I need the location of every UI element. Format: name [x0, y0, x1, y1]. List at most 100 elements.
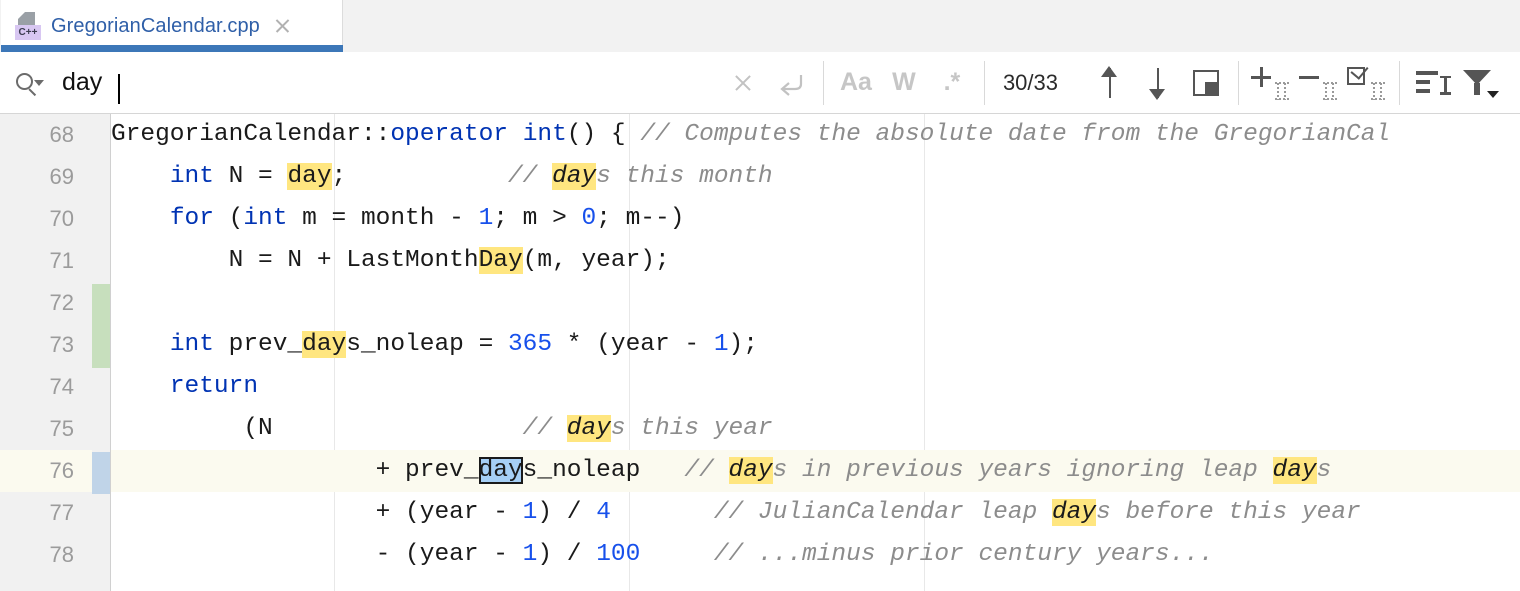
comment-token: // ...minus prior century years...	[714, 541, 1214, 568]
open-in-window-icon	[1193, 70, 1219, 96]
number-token: 1	[714, 331, 729, 358]
code-token: ) /	[537, 541, 596, 568]
number-token: 100	[596, 541, 640, 568]
code-editor[interactable]: 6869707172737475767778 GregorianCalendar…	[0, 114, 1520, 591]
filter-lines-button[interactable]	[1408, 59, 1456, 107]
number-token: 4	[596, 499, 611, 526]
code-content[interactable]: GregorianCalendar::operator int() { // C…	[111, 114, 1520, 591]
number-token: 365	[508, 331, 552, 358]
search-input[interactable]	[62, 68, 582, 97]
code-token: * (year -	[552, 331, 714, 358]
code-line-current[interactable]: + prev_days_noleap // days in previous y…	[111, 450, 1520, 492]
comment-token: // JulianCalendar leap	[714, 499, 1052, 526]
vcs-change-marker[interactable]	[92, 284, 110, 368]
toolbar-divider-4	[1399, 61, 1400, 105]
text-cursor	[118, 74, 120, 104]
code-line[interactable]: - (year - 1) / 100 // ...minus prior cen…	[111, 534, 1520, 576]
add-carets-button[interactable]	[1247, 59, 1295, 107]
line-number: 74	[0, 366, 92, 408]
code-token	[111, 205, 170, 232]
editor-tab-bar: C++ GregorianCalendar.cpp	[0, 0, 1520, 52]
line-number-label: 73	[0, 324, 92, 366]
words-label: W	[892, 68, 916, 97]
match-case-label: Aa	[840, 68, 872, 97]
find-input-group	[0, 68, 582, 97]
line-number-label: 76	[0, 450, 92, 492]
code-line[interactable]	[111, 282, 1520, 324]
filter-button[interactable]	[1456, 59, 1504, 107]
clear-search-button[interactable]	[719, 59, 767, 107]
code-token: N =	[214, 163, 288, 190]
keyword-token: return	[170, 373, 258, 400]
keyword-token: int	[523, 121, 567, 148]
search-match-highlight: day	[1052, 499, 1096, 526]
funnel-filter-icon	[1463, 68, 1497, 98]
find-toolbar-actions: Aa W .* 30/33	[719, 59, 1520, 107]
code-token: + prev_	[111, 457, 479, 484]
search-match-highlight: day	[729, 457, 773, 484]
line-number-list: 6869707172737475767778	[0, 114, 92, 576]
line-number-label: 75	[0, 408, 92, 450]
code-token: );	[729, 331, 758, 358]
code-token: GregorianCalendar::	[111, 121, 390, 148]
previous-match-button[interactable]	[1086, 59, 1134, 107]
code-token: (m, year);	[523, 247, 670, 274]
select-all-carets-button[interactable]	[1343, 59, 1391, 107]
search-history-button[interactable]	[767, 59, 815, 107]
search-match-highlight: day	[1273, 457, 1317, 484]
code-line[interactable]: (N // days this year	[111, 408, 1520, 450]
line-number-label: 69	[0, 156, 92, 198]
code-token	[640, 541, 714, 568]
comment-token: s this month	[596, 163, 772, 190]
code-line[interactable]: N = N + LastMonthDay(m, year);	[111, 240, 1520, 282]
regex-label: .*	[944, 68, 961, 97]
code-token	[111, 373, 170, 400]
code-line[interactable]: for (int m = month - 1; m > 0; m--)	[111, 198, 1520, 240]
search-icon[interactable]	[14, 70, 44, 96]
filter-lines-icon	[1416, 70, 1448, 96]
keyword-token: int	[243, 205, 287, 232]
code-line[interactable]: int prev_days_noleap = 365 * (year - 1);	[111, 324, 1520, 366]
current-match-highlight: day	[479, 457, 523, 484]
regex-toggle[interactable]: .*	[928, 59, 976, 107]
remove-caret-button[interactable]	[1295, 59, 1343, 107]
close-icon[interactable]	[272, 16, 292, 36]
code-line[interactable]: return	[111, 366, 1520, 408]
code-line[interactable]: int N = day; // days this month	[111, 156, 1520, 198]
find-toolbar: Aa W .* 30/33	[0, 52, 1520, 114]
number-token: 1	[523, 541, 538, 568]
code-token	[111, 331, 170, 358]
line-number: 70	[0, 198, 92, 240]
next-match-button[interactable]	[1134, 59, 1182, 107]
line-number: 76	[0, 450, 92, 492]
search-match-highlight: day	[567, 415, 611, 442]
keyword-token: operator	[390, 121, 508, 148]
code-token: - (year -	[111, 541, 523, 568]
line-number: 72	[0, 282, 92, 324]
search-match-highlight: day	[552, 163, 596, 190]
comment-token: // Computes the absolute date from the G…	[640, 121, 1390, 148]
code-line[interactable]: + (year - 1) / 4 // JulianCalendar leap …	[111, 492, 1520, 534]
comment-token: s this year	[611, 415, 773, 442]
line-number: 75	[0, 408, 92, 450]
code-token: + (year -	[111, 499, 523, 526]
line-number-label: 68	[0, 114, 92, 156]
code-token: s_noleap	[523, 457, 685, 484]
code-token: ; m--)	[596, 205, 684, 232]
line-number-label: 74	[0, 366, 92, 408]
code-token: (N	[111, 415, 523, 442]
keyword-token: int	[170, 331, 214, 358]
comment-token: //	[684, 457, 728, 484]
open-in-find-window-button[interactable]	[1182, 59, 1230, 107]
code-token: ) /	[537, 499, 596, 526]
number-token: 1	[479, 205, 494, 232]
code-token: s_noleap =	[346, 331, 508, 358]
keyword-token: int	[170, 163, 214, 190]
toolbar-divider-3	[1238, 61, 1239, 105]
words-toggle[interactable]: W	[880, 59, 928, 107]
number-token: 0	[582, 205, 597, 232]
caret-line-marker	[92, 452, 110, 494]
match-case-toggle[interactable]: Aa	[832, 59, 880, 107]
line-number-label: 72	[0, 282, 92, 324]
code-line[interactable]: GregorianCalendar::operator int() { // C…	[111, 114, 1520, 156]
